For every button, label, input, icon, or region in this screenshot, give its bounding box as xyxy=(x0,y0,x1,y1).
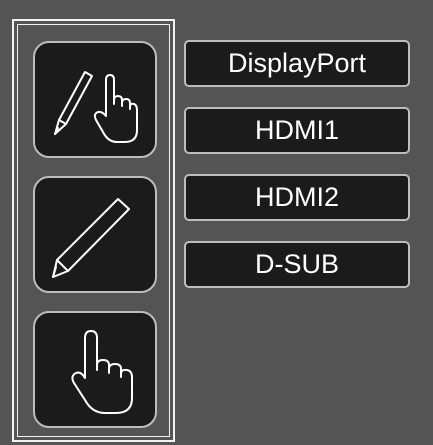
input-displayport-button[interactable]: DisplayPort xyxy=(184,40,410,87)
input-label: DisplayPort xyxy=(227,48,367,78)
touch-mode-button[interactable] xyxy=(33,311,157,428)
pen-and-finger-icon xyxy=(54,70,138,143)
input-hdmi1-button[interactable]: HDMI1 xyxy=(184,107,410,154)
pen-and-touch-mode-button[interactable] xyxy=(33,41,157,158)
pen-mode-button[interactable] xyxy=(33,176,157,293)
touch-mode-panel xyxy=(12,19,175,442)
input-label: HDMI2 xyxy=(254,182,339,212)
input-label: D-SUB xyxy=(254,249,339,279)
finger-touch-icon xyxy=(71,329,133,414)
input-hdmi2-button[interactable]: HDMI2 xyxy=(184,174,410,221)
pen-icon xyxy=(52,197,130,278)
input-mode-screen: DisplayPort HDMI1 HDMI2 D-SUB xyxy=(0,0,433,445)
input-label: HDMI1 xyxy=(254,115,339,145)
input-dsub-button[interactable]: D-SUB xyxy=(184,241,410,288)
